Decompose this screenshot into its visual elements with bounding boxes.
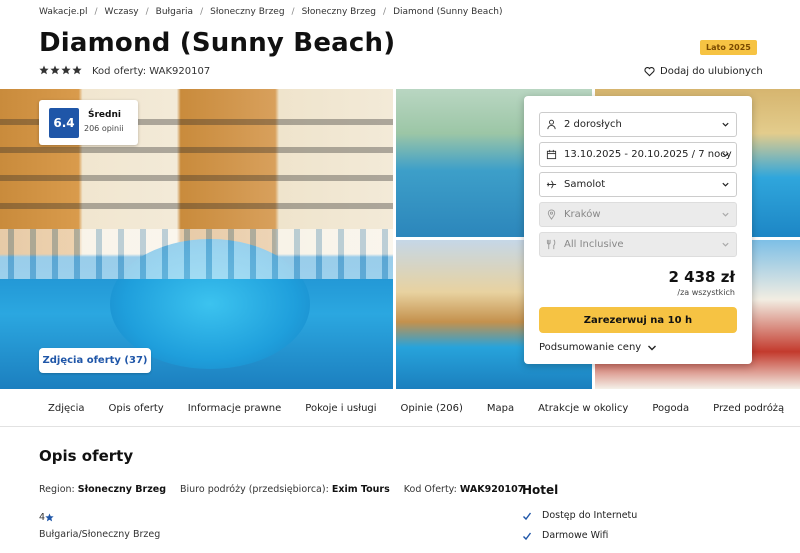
breadcrumb-separator: / (145, 7, 149, 17)
check-icon (523, 512, 532, 520)
building-balcony (0, 147, 393, 153)
star-icon (45, 513, 54, 522)
heart-icon (644, 67, 655, 77)
breadcrumb-separator: / (291, 7, 295, 17)
region-value: Słoneczny Brzeg (77, 484, 166, 495)
region-info: Region: Słoneczny Brzeg (39, 484, 166, 495)
tab-legal-info[interactable]: Informacje prawne (176, 403, 294, 414)
breadcrumb-item-hotel[interactable]: Diamond (Sunny Beach) (393, 7, 502, 17)
price-summary-label: Podsumowanie ceny (539, 342, 642, 353)
chevron-down-icon (648, 345, 657, 350)
rating-score: 6.4 (49, 108, 79, 138)
add-to-favorites-button[interactable]: Dodaj do ulubionych (644, 66, 763, 77)
tab-reviews[interactable]: Opinie (206) (389, 403, 475, 414)
dates-value: 13.10.2025 - 20.10.2025 / 7 nocy (564, 149, 732, 160)
building-balcony (0, 175, 393, 181)
departure-value: Kraków (564, 209, 601, 220)
season-badge: Lato 2025 (700, 40, 757, 55)
code-value: WAK920107 (459, 484, 525, 495)
tab-photos[interactable]: Zdjęcia (36, 403, 97, 414)
rating-label: Średni (88, 110, 121, 120)
breadcrumb-item-wczasy[interactable]: Wczasy (105, 7, 139, 17)
code-label: Kod Oferty: (403, 484, 457, 495)
breadcrumb: Wakacje.pl / Wczasy / Bułgaria / Słoneczny … (39, 7, 503, 17)
breadcrumb-item-city[interactable]: Słoneczny Brzeg (302, 7, 376, 17)
price-note: /za wszystkich (677, 288, 735, 297)
dates-select[interactable]: 13.10.2025 - 20.10.2025 / 7 nocy (539, 142, 737, 167)
breadcrumb-separator: / (94, 7, 98, 17)
chevron-down-icon (722, 182, 729, 187)
breadcrumb-item-country[interactable]: Bułgaria (156, 7, 193, 17)
hotel-location: Bułgaria/Słoneczny Brzeg (39, 529, 161, 540)
plane-icon (546, 180, 557, 189)
chevron-down-icon (722, 152, 729, 157)
breadcrumb-separator: / (200, 7, 204, 17)
rating-card[interactable]: 6.4 Średni 206 opinii (39, 100, 138, 145)
star-icon (39, 65, 49, 75)
tab-description[interactable]: Opis oferty (97, 403, 176, 414)
operator-label: Biuro podróży (przedsiębiorca): (180, 484, 329, 495)
section-title: Opis oferty (39, 447, 134, 465)
tab-attractions[interactable]: Atrakcje w okolicy (526, 403, 640, 414)
breadcrumb-separator: / (383, 7, 387, 17)
board-select[interactable]: All Inclusive (539, 232, 737, 257)
offer-meta: Region: Słoneczny Brzeg Biuro podróży (p… (39, 484, 524, 495)
location-pin-icon (547, 209, 556, 220)
amenity-item: Dostęp do Internetu (522, 510, 637, 521)
amenity-item: Darmowe Wifi (522, 530, 608, 541)
transport-value: Samolot (564, 179, 606, 190)
code-info: Kod Oferty: WAK920107 (404, 484, 525, 495)
rating-count: 206 opinii (84, 124, 124, 133)
star-icon (61, 65, 71, 75)
calendar-icon (546, 149, 557, 160)
price-summary-toggle[interactable]: Podsumowanie ceny (539, 342, 657, 353)
tab-before-travel[interactable]: Przed podróżą (701, 403, 796, 414)
tab-rooms-services[interactable]: Pokoje i usługi (293, 403, 388, 414)
travelers-value: 2 dorosłych (564, 119, 622, 130)
amenities-heading: Hotel (522, 483, 559, 497)
region-label: Region: (39, 484, 75, 495)
hotel-stars (39, 65, 82, 75)
offer-tabs: Zdjęcia Opis oferty Informacje prawne Po… (0, 390, 800, 427)
total-price: 2 438 zł (668, 268, 736, 286)
tab-map[interactable]: Mapa (475, 403, 526, 414)
person-icon (547, 119, 556, 130)
check-icon (523, 532, 532, 540)
reserve-button[interactable]: Zarezerwuj na 10 h (539, 307, 737, 333)
star-icon (50, 65, 60, 75)
page-title: Diamond (Sunny Beach) (39, 28, 396, 58)
offer-photos-button[interactable]: Zdjęcia oferty (37) (39, 348, 151, 373)
breadcrumb-item-region[interactable]: Słoneczny Brzeg (210, 7, 284, 17)
chevron-down-icon (722, 122, 729, 127)
offer-code: Kod oferty: WAK920107 (92, 66, 211, 77)
star-icon (72, 65, 82, 75)
breadcrumb-item-home[interactable]: Wakacje.pl (39, 7, 87, 17)
board-value: All Inclusive (564, 239, 624, 250)
hotel-stars-rating: 4 (39, 512, 54, 523)
food-icon (546, 239, 556, 250)
booking-panel: 2 dorosłych 13.10.2025 - 20.10.2025 / 7 … (524, 96, 752, 364)
operator-value: Exim Tours (331, 484, 390, 495)
amenity-label: Darmowe Wifi (542, 530, 609, 541)
chevron-down-icon (722, 242, 729, 247)
building-balcony (0, 203, 393, 209)
operator-info: Biuro podróży (przedsiębiorca): Exim Tou… (180, 484, 390, 495)
favorites-label: Dodaj do ulubionych (660, 66, 763, 77)
transport-select[interactable]: Samolot (539, 172, 737, 197)
chevron-down-icon (722, 212, 729, 217)
tab-weather[interactable]: Pogoda (640, 403, 701, 414)
travelers-select[interactable]: 2 dorosłych (539, 112, 737, 137)
departure-select[interactable]: Kraków (539, 202, 737, 227)
amenity-label: Dostęp do Internetu (542, 510, 638, 521)
